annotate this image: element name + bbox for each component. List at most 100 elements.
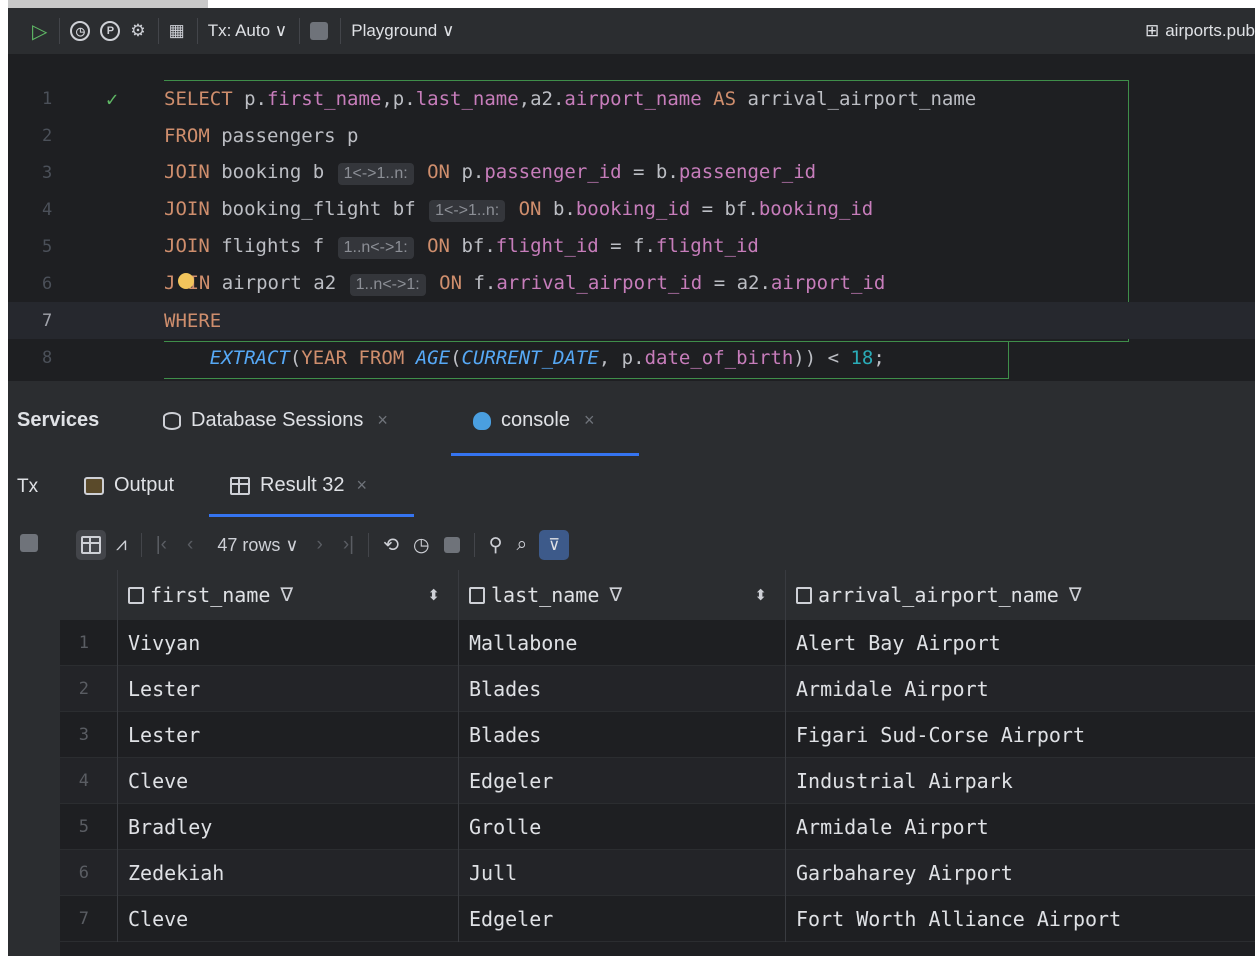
output-icon — [84, 476, 104, 495]
close-icon[interactable]: × — [377, 410, 388, 431]
cell-last-name[interactable]: Edgeler — [459, 758, 786, 804]
code-line-current[interactable]: 7 WHERE — [8, 302, 1255, 339]
history-icon[interactable]: ◷ — [70, 17, 91, 45]
rownum-header — [60, 570, 118, 620]
filter-icon[interactable]: ⊽ — [539, 530, 570, 560]
table-row[interactable]: 2 Lester Blades Armidale Airport — [60, 666, 1255, 712]
column-header-last-name[interactable]: last_name ∇ ⬍ — [459, 570, 786, 620]
chart-view-icon[interactable]: ⩘ — [116, 534, 127, 556]
close-icon[interactable]: × — [357, 475, 368, 496]
next-page-icon[interactable]: › — [317, 534, 323, 556]
cell-first-name[interactable]: Cleve — [118, 758, 459, 804]
previous-page-icon[interactable]: ‹ — [187, 534, 193, 556]
first-page-icon[interactable]: |‹ — [156, 534, 167, 556]
cell-last-name[interactable]: Edgeler — [459, 896, 786, 942]
cell-first-name[interactable]: Lester — [118, 666, 459, 712]
filter-icon[interactable]: ∇ — [1069, 584, 1082, 606]
cell-arrival-airport-name[interactable]: Garbaharey Airport — [786, 850, 1255, 896]
sql-field: flight_id — [495, 234, 599, 257]
session-dropdown[interactable]: Playground ∨ — [351, 17, 454, 45]
code-line[interactable]: 2 FROM passengers p — [8, 117, 1255, 154]
sql-keyword: JOIN — [164, 160, 210, 183]
cell-first-name[interactable]: Bradley — [118, 804, 459, 850]
cell-first-name[interactable]: Vivyan — [118, 620, 459, 666]
rows-count-dropdown[interactable]: 47 rows ∨ — [217, 535, 298, 556]
stop-icon[interactable] — [20, 534, 38, 552]
line-number: 5 — [42, 236, 53, 257]
stop-icon[interactable] — [443, 537, 460, 553]
history-icon[interactable]: ◷ — [413, 534, 430, 557]
settings-gear-icon[interactable]: ⚙ — [130, 17, 145, 45]
code-line[interactable]: 6 J IN airport a2 1..n<->1: ON f.arrival_… — [8, 265, 1255, 302]
table-row[interactable]: 4 Cleve Edgeler Industrial Airpark — [60, 758, 1255, 804]
datasource-selector[interactable]: ⊞ airports.pub — [1145, 8, 1255, 54]
sql-editor[interactable]: 1 ✓ SELECT p.first_name,p.last_name,a2.a… — [8, 80, 1255, 380]
tab-console[interactable]: console × — [473, 409, 594, 432]
column-header-first-name[interactable]: first_name ∇ ⬍ — [118, 570, 459, 620]
tab-label: Output — [114, 474, 175, 496]
cell-last-name[interactable]: Grolle — [459, 804, 786, 850]
sql-text: = a2. — [702, 271, 771, 294]
line-number: 3 — [42, 162, 53, 183]
sql-field: airport_name — [564, 87, 702, 110]
services-title: Services — [17, 409, 100, 431]
search-icon[interactable]: ⌕ — [517, 534, 528, 556]
tx-mode-dropdown[interactable]: Tx: Auto ∨ — [208, 17, 288, 45]
join-cardinality-hint: 1..n<->1: — [337, 236, 414, 259]
table-row[interactable]: 3 Lester Blades Figari Sud-Corse Airport — [60, 712, 1255, 758]
tab-database-sessions[interactable]: Database Sessions × — [163, 409, 388, 432]
line-number: 4 — [42, 199, 53, 220]
cell-arrival-airport-name[interactable]: Fort Worth Alliance Airport — [786, 896, 1255, 942]
cell-last-name[interactable]: Jull — [459, 850, 786, 896]
sql-text: ,p. — [381, 87, 416, 110]
tab-result[interactable]: Result 32 × — [230, 474, 367, 497]
explain-plan-icon[interactable]: P — [100, 17, 121, 45]
close-icon[interactable]: × — [584, 410, 595, 431]
filter-icon[interactable]: ∇ — [609, 584, 622, 606]
cell-first-name[interactable]: Lester — [118, 712, 459, 758]
line-number: 2 — [42, 125, 53, 146]
code-line[interactable]: 3 JOIN booking b 1<->1..n: ON p.passenge… — [8, 154, 1255, 191]
sql-function: CURRENT_DATE — [461, 346, 599, 369]
code-line[interactable]: 5 JOIN flights f 1..n<->1: ON bf.flight_… — [8, 228, 1255, 265]
sql-field: booking_id — [758, 197, 874, 220]
sort-icon[interactable]: ⬍ — [427, 586, 440, 604]
lightbulb-intention-icon[interactable] — [178, 273, 194, 289]
tx-label[interactable]: Tx — [17, 476, 38, 498]
sql-text: = bf. — [690, 197, 759, 220]
table-row[interactable]: 5 Bradley Grolle Armidale Airport — [60, 804, 1255, 850]
cell-last-name[interactable]: Blades — [459, 712, 786, 758]
filter-icon[interactable]: ∇ — [280, 584, 293, 606]
cell-last-name[interactable]: Blades — [459, 666, 786, 712]
run-icon[interactable]: ▷ — [32, 17, 47, 45]
cell-first-name[interactable]: Zedekiah — [118, 850, 459, 896]
column-header-arrival-airport-name[interactable]: arrival_airport_name ∇ — [786, 570, 1255, 620]
last-page-icon[interactable]: ›| — [343, 534, 354, 556]
table-row[interactable]: 6 Zedekiah Jull Garbaharey Airport — [60, 850, 1255, 896]
sql-text: airport a2 — [210, 271, 348, 294]
cell-last-name[interactable]: Mallabone — [459, 620, 786, 666]
pin-icon[interactable]: ⚲ — [489, 534, 503, 557]
cell-arrival-airport-name[interactable]: Armidale Airport — [786, 804, 1255, 850]
toolbar-divider — [196, 18, 198, 44]
table-row[interactable]: 7 Cleve Edgeler Fort Worth Alliance Airp… — [60, 896, 1255, 942]
reload-icon[interactable]: ⟲ — [383, 534, 399, 557]
cell-arrival-airport-name[interactable]: Alert Bay Airport — [786, 620, 1255, 666]
code-line[interactable]: 4 JOIN booking_flight bf 1<->1..n: ON b.… — [8, 191, 1255, 228]
cell-arrival-airport-name[interactable]: Figari Sud-Corse Airport — [786, 712, 1255, 758]
cell-arrival-airport-name[interactable]: Armidale Airport — [786, 666, 1255, 712]
sql-keyword: SELECT — [164, 87, 233, 110]
cell-first-name[interactable]: Cleve — [118, 896, 459, 942]
sort-icon[interactable]: ⬍ — [754, 586, 767, 604]
cell-arrival-airport-name[interactable]: Industrial Airpark — [786, 758, 1255, 804]
line-number: 6 — [42, 273, 53, 294]
table-row[interactable]: 1 Vivyan Mallabone Alert Bay Airport — [60, 620, 1255, 666]
code-line[interactable]: 1 ✓ SELECT p.first_name,p.last_name,a2.a… — [8, 80, 1255, 117]
code-line[interactable]: 8 EXTRACT(YEAR FROM AGE(CURRENT_DATE, p.… — [8, 339, 1255, 376]
stop-icon[interactable] — [310, 17, 329, 45]
table-view-icon[interactable] — [76, 530, 106, 560]
table-view-icon[interactable]: ▦ — [169, 17, 185, 45]
tab-output[interactable]: Output — [84, 474, 174, 497]
